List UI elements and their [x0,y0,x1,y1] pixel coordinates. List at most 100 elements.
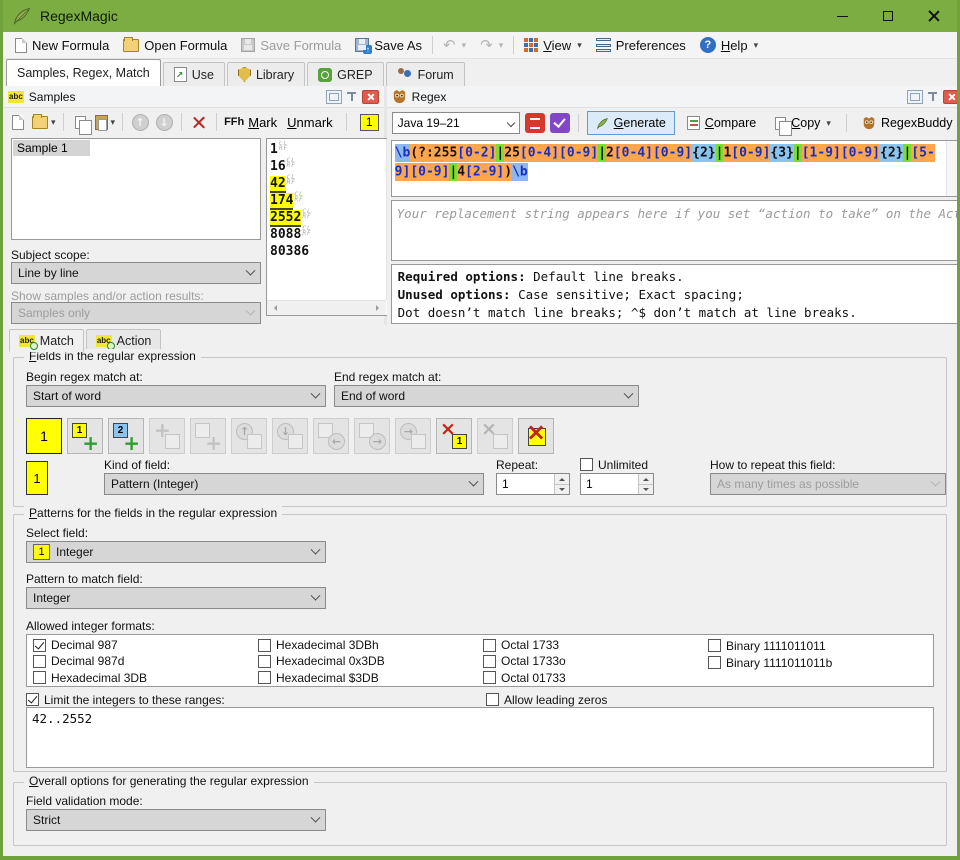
format-checkbox[interactable] [33,639,46,652]
close-button[interactable] [911,0,957,32]
subject-scope-select[interactable]: Line by line [11,262,261,284]
save-formula-button[interactable]: Save Formula [234,33,348,57]
open-formula-button[interactable]: Open Formula [116,33,234,57]
spinner-arrows[interactable] [638,474,653,494]
format-checkbox[interactable] [708,656,721,669]
mark-link[interactable]: Mark [248,115,277,130]
kind-of-field-select[interactable]: Pattern (Integer) [104,473,484,495]
delete-field-button[interactable]: × [477,418,513,454]
close-panel-icon[interactable] [943,90,960,104]
delete-sample-button[interactable] [189,111,209,133]
pattern-to-match-select[interactable]: Integer [26,587,326,609]
format-checkbox-row[interactable]: Hexadecimal $3DB [258,670,483,686]
copy-sample-button[interactable] [71,111,91,133]
minimize-button[interactable] [819,0,865,32]
move-field-out-button[interactable] [395,418,431,454]
close-panel-icon[interactable] [362,90,379,104]
move-field-down-button[interactable] [272,418,308,454]
replacement-editor[interactable]: Your replacement string appears here if … [391,200,960,261]
flavor-select[interactable]: Java 19–21 [392,112,520,134]
how-repeat-select[interactable]: As many times as possible [710,473,946,495]
format-checkbox[interactable] [258,639,271,652]
insert-field-before-button[interactable]: + [149,418,185,454]
insert-field-after-button[interactable]: + [190,418,226,454]
help-menu-button[interactable]: ?Help▾ [693,33,765,57]
paste-sample-button[interactable]: ▾ [95,111,116,133]
regex-editor[interactable]: \b(?:255[0-2]|25[0-4][0-9]|2[0-4][0-9]{2… [391,140,960,197]
new-sample-button[interactable] [8,111,28,133]
new-formula-button[interactable]: New Formula [8,33,116,57]
flavor-check-button[interactable] [550,113,570,133]
copy-button[interactable]: Copy▾ [768,111,838,135]
format-checkbox[interactable] [33,671,46,684]
spinner-arrows[interactable] [554,474,569,494]
move-field-left-button[interactable] [313,418,349,454]
sample-text-editor[interactable]: 1CRLF16CRLF42CRLF174CRLF2552CRLF8088CRLF… [266,138,401,316]
tab-grep[interactable]: GREP [307,62,383,86]
format-checkbox-row[interactable]: Hexadecimal 3DBh [258,637,483,653]
mark-color-badge[interactable]: 1 [360,114,379,131]
tab-library[interactable]: Library [227,62,305,86]
limit-ranges-checkbox[interactable] [26,693,39,706]
vertical-scrollbar[interactable] [946,141,960,196]
delete-all-fields-button[interactable]: × [518,418,554,454]
sample-list[interactable]: Sample 1 [11,138,261,240]
max-repeat-spinner[interactable]: 1 [580,473,654,495]
horizontal-scrollbar[interactable] [267,300,386,315]
sample-list-item[interactable]: Sample 1 [13,140,90,156]
add-field-1-button[interactable]: 1+ [67,418,103,454]
format-checkbox-row[interactable]: Hexadecimal 3DB [33,670,258,686]
repeat-spinner[interactable]: 1 [496,473,570,495]
hex-mode-button[interactable]: FFh [224,111,244,133]
pin-icon[interactable] [927,90,939,103]
format-checkbox-row[interactable]: Octal 1733 [483,637,708,653]
restore-panel-icon[interactable] [907,90,923,104]
pin-icon[interactable] [346,90,358,103]
unlimited-checkbox[interactable] [580,458,593,471]
move-field-right-button[interactable] [354,418,390,454]
redo-button[interactable]: ▾ [473,33,510,57]
move-sample-up-button[interactable]: ↑ [130,111,150,133]
format-checkbox[interactable] [258,655,271,668]
unlimited-checkbox-row[interactable]: Unlimited [580,456,648,473]
leading-zeros-checkbox[interactable] [486,693,499,706]
restore-panel-icon[interactable] [326,90,342,104]
add-field-2-button[interactable]: 2+ [108,418,144,454]
unmark-link[interactable]: Unmark [287,115,333,130]
format-checkbox-row[interactable]: Binary 1111011011 [708,637,933,654]
tab-match[interactable]: abcMatch [9,329,84,352]
format-checkbox[interactable] [483,655,496,668]
format-checkbox-row[interactable]: Decimal 987 [33,637,258,653]
maximize-button[interactable] [865,0,911,32]
preferences-button[interactable]: Preferences [589,33,693,57]
move-field-up-button[interactable] [231,418,267,454]
field-1-indicator-button[interactable]: 1 [26,418,62,454]
undo-button[interactable]: ▾ [436,33,473,57]
format-checkbox[interactable] [483,671,496,684]
ranges-textarea[interactable]: 42..2552 [26,707,934,768]
save-as-button[interactable]: ↑Save As [348,33,429,57]
format-checkbox-row[interactable]: Binary 1111011011b [708,654,933,671]
format-checkbox-row[interactable]: Octal 1733o [483,653,708,669]
show-samples-select[interactable]: Samples only [11,302,261,324]
end-match-select[interactable]: End of word [334,385,639,407]
format-checkbox-row[interactable]: Decimal 987d [33,653,258,669]
format-checkbox[interactable] [33,655,46,668]
regexbuddy-button[interactable]: RegexBuddy [855,111,960,135]
leading-zeros-row[interactable]: Allow leading zeros [486,691,607,708]
move-sample-down-button[interactable]: ↓ [154,111,174,133]
open-sample-button[interactable]: ▾ [32,111,56,133]
select-field-select[interactable]: 1 Integer [26,541,326,563]
field-validation-select[interactable]: Strict [26,809,326,831]
limit-ranges-row[interactable]: Limit the integers to these ranges: [26,691,225,708]
generate-button[interactable]: Generate [587,111,675,135]
tab-samples-regex-match[interactable]: Samples, Regex, Match [6,59,161,86]
format-checkbox[interactable] [708,639,721,652]
tab-use[interactable]: Use [163,62,225,86]
begin-match-select[interactable]: Start of word [26,385,326,407]
format-checkbox-row[interactable]: Hexadecimal 0x3DB [258,653,483,669]
flavor-notes-button[interactable] [525,113,545,133]
format-checkbox-row[interactable]: Octal 01733 [483,670,708,686]
format-checkbox[interactable] [483,639,496,652]
delete-field-1-button[interactable]: ×1 [436,418,472,454]
